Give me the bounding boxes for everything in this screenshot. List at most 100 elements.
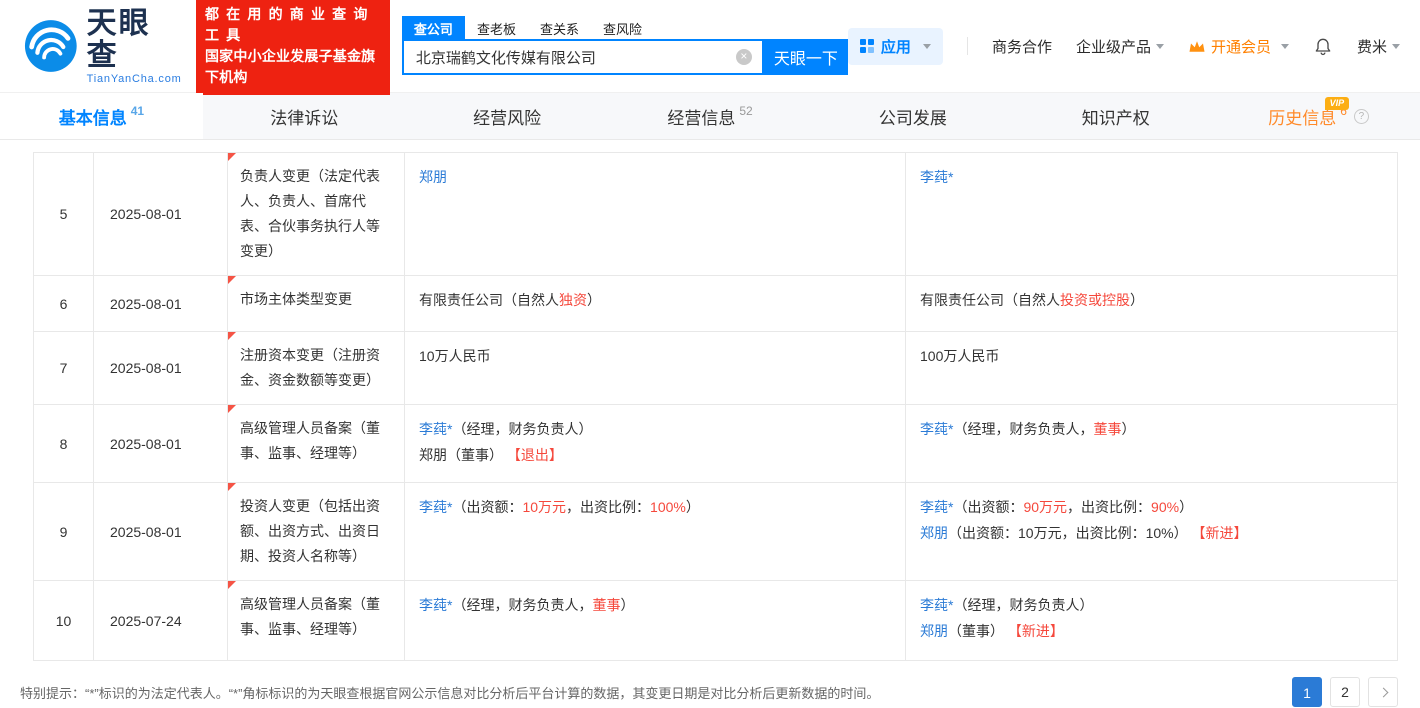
search-input[interactable] [414, 48, 736, 67]
logo-text: 天眼查 [87, 8, 182, 72]
menu-enterprise-products[interactable]: 企业级产品 [1076, 36, 1164, 57]
cell-line: 100万人民币 [920, 343, 1383, 369]
slogan-line-2: 国家中小企业发展子基金旗下机构 [205, 46, 381, 88]
cell-line: 郑朋 [419, 164, 891, 190]
search-button[interactable]: 天眼一下 [764, 39, 848, 75]
tab-basic-info[interactable]: 基本信息 41 [0, 93, 203, 139]
cell-index: 6 [34, 276, 94, 332]
cell-before-change: 有限责任公司（自然人独资） [405, 276, 906, 332]
person-link[interactable]: 李莼* [920, 499, 953, 515]
cell-text: 有限责任公司（自然人 [419, 292, 559, 308]
cell-line: 郑朋（出资额：10万元，出资比例：10%） 【新进】 [920, 520, 1383, 546]
divider [967, 37, 968, 55]
cell-after-change: 李莼* [906, 153, 1398, 276]
page-1-button[interactable]: 1 [1292, 677, 1322, 707]
search-tab-risk[interactable]: 查风险 [591, 16, 654, 41]
cell-before-change: 李莼*（经理，财务负责人，董事） [405, 581, 906, 661]
person-link[interactable]: 李莼* [920, 169, 953, 185]
slogan-line-1: 都在用的商业查询工具 [205, 4, 388, 46]
search-input-wrap: × [402, 39, 764, 75]
person-link[interactable]: 郑朋 [920, 525, 948, 541]
next-page-button[interactable] [1368, 677, 1398, 707]
cell-text: 100万人民币 [920, 348, 999, 364]
tab-legal-proceedings[interactable]: 法律诉讼 [203, 93, 406, 139]
cell-index: 8 [34, 405, 94, 483]
bell-icon[interactable] [1313, 36, 1333, 56]
chevron-down-icon [1156, 44, 1164, 49]
cell-text: 10万人民币 [419, 348, 491, 364]
cell-after-change: 李莼*（出资额：90万元，出资比例：90%）郑朋（出资额：10万元，出资比例：1… [906, 483, 1398, 581]
question-icon[interactable]: ? [1354, 109, 1369, 124]
company-nav-tabs: 基本信息 41 法律诉讼 经营风险 经营信息 52 公司发展 知识产权 历史信息… [0, 92, 1420, 140]
cell-text: （经理，财务负责人， [452, 597, 592, 613]
menu-open-vip[interactable]: 开通会员 [1188, 36, 1289, 57]
page-footer: 特别提示：“*”标识的为法定代表人。“*”角标标识的为天眼查根据官网公示信息对比… [20, 677, 1398, 707]
cell-change-item: 高级管理人员备案（董事、监事、经理等） [228, 405, 405, 483]
slogan-banner: 都在用的商业查询工具 国家中小企业发展子基金旗下机构 [196, 0, 390, 95]
table-row: 82025-08-01高级管理人员备案（董事、监事、经理等） 李莼*（经理，财务负… [34, 405, 1398, 483]
cell-text: 郑朋 [419, 447, 447, 463]
search-tab-relation[interactable]: 查关系 [528, 16, 591, 41]
apps-menu[interactable]: 应用 [848, 28, 943, 65]
cell-line: 李莼*（经理，财务负责人） [920, 592, 1383, 618]
search-area: 查公司 查老板 查关系 查风险 × 天眼一下 [402, 17, 848, 75]
search-tab-company[interactable]: 查公司 [402, 16, 465, 41]
tab-count: 52 [739, 104, 752, 118]
clear-input-icon[interactable]: × [736, 49, 752, 65]
crown-icon [1188, 39, 1206, 54]
chevron-down-icon [1392, 44, 1400, 49]
cell-text: （董事） [447, 447, 507, 463]
tab-label: 法律诉讼 [270, 104, 338, 129]
cell-change-item: 市场主体类型变更 [228, 276, 405, 332]
cell-index: 10 [34, 581, 94, 661]
highlight-text: 90% [1151, 499, 1179, 515]
cell-text: （出资额： [953, 499, 1023, 515]
person-link[interactable]: 李莼* [920, 597, 953, 613]
tab-operating-risk[interactable]: 经营风险 [406, 93, 609, 139]
cell-line: 李莼* [920, 164, 1383, 190]
cell-line: 李莼*（经理，财务负责人，董事） [419, 592, 891, 618]
cell-text: ） [1179, 499, 1193, 515]
page-2-button[interactable]: 2 [1330, 677, 1360, 707]
search-tab-boss[interactable]: 查老板 [465, 16, 528, 41]
cell-line: 郑朋（董事） 【新进】 [920, 618, 1383, 644]
person-link[interactable]: 李莼* [419, 421, 452, 437]
tab-label: 经营信息 [667, 104, 735, 129]
highlight-text: 董事 [1093, 421, 1121, 437]
tab-intellectual-property[interactable]: 知识产权 [1014, 93, 1217, 139]
cell-index: 5 [34, 153, 94, 276]
cell-before-change: 李莼*（出资额：10万元，出资比例：100%） [405, 483, 906, 581]
tab-count: 41 [131, 104, 144, 118]
table-row: 102025-07-24高级管理人员备案（董事、监事、经理等）李莼*（经理，财务… [34, 581, 1398, 661]
cell-text: （出资额：10万元，出资比例：10%） [948, 525, 1191, 541]
cell-line: 10万人民币 [419, 343, 891, 369]
highlight-text: 董事 [592, 597, 620, 613]
person-link[interactable]: 郑朋 [419, 169, 447, 185]
header-menu: 应用 商务合作 企业级产品 开通会员 费米 [848, 28, 1400, 65]
cell-change-item: 高级管理人员备案（董事、监事、经理等） [228, 581, 405, 661]
highlight-text: 【新进】 [1191, 525, 1247, 541]
tab-label: 知识产权 [1082, 104, 1150, 129]
person-link[interactable]: 李莼* [419, 499, 452, 515]
person-link[interactable]: 郑朋 [920, 623, 948, 639]
highlight-text: 投资或控股 [1060, 292, 1130, 308]
tab-company-development[interactable]: 公司发展 [811, 93, 1014, 139]
person-link[interactable]: 李莼* [419, 597, 452, 613]
tab-history-info[interactable]: 历史信息 6 VIP ? [1217, 93, 1420, 139]
cell-date: 2025-08-01 [94, 405, 228, 483]
cell-text: ） [620, 597, 634, 613]
person-link[interactable]: 李莼* [920, 421, 953, 437]
user-menu[interactable]: 费米 [1357, 36, 1400, 57]
search-tabs: 查公司 查老板 查关系 查风险 [402, 17, 848, 39]
user-name: 费米 [1357, 36, 1387, 57]
cell-after-change: 有限责任公司（自然人投资或控股） [906, 276, 1398, 332]
change-record-table: 52025-08-01负责人变更（法定代表人、负责人、首席代表、合伙事务执行人等… [33, 152, 1398, 661]
table-row: 92025-08-01投资人变更（包括出资额、出资方式、出资日期、投资人名称等）… [34, 483, 1398, 581]
highlight-text: 10万元 [522, 499, 566, 515]
menu-business-cooperation[interactable]: 商务合作 [992, 36, 1052, 57]
tab-operating-info[interactable]: 经营信息 52 [609, 93, 812, 139]
vip-label: 开通会员 [1211, 36, 1271, 57]
cell-line: 李莼*（经理，财务负责人，董事） [920, 416, 1383, 442]
cell-after-change: 李莼*（经理，财务负责人）郑朋（董事） 【新进】 [906, 581, 1398, 661]
logo[interactable]: 天眼查 TianYanCha.com [24, 8, 182, 85]
